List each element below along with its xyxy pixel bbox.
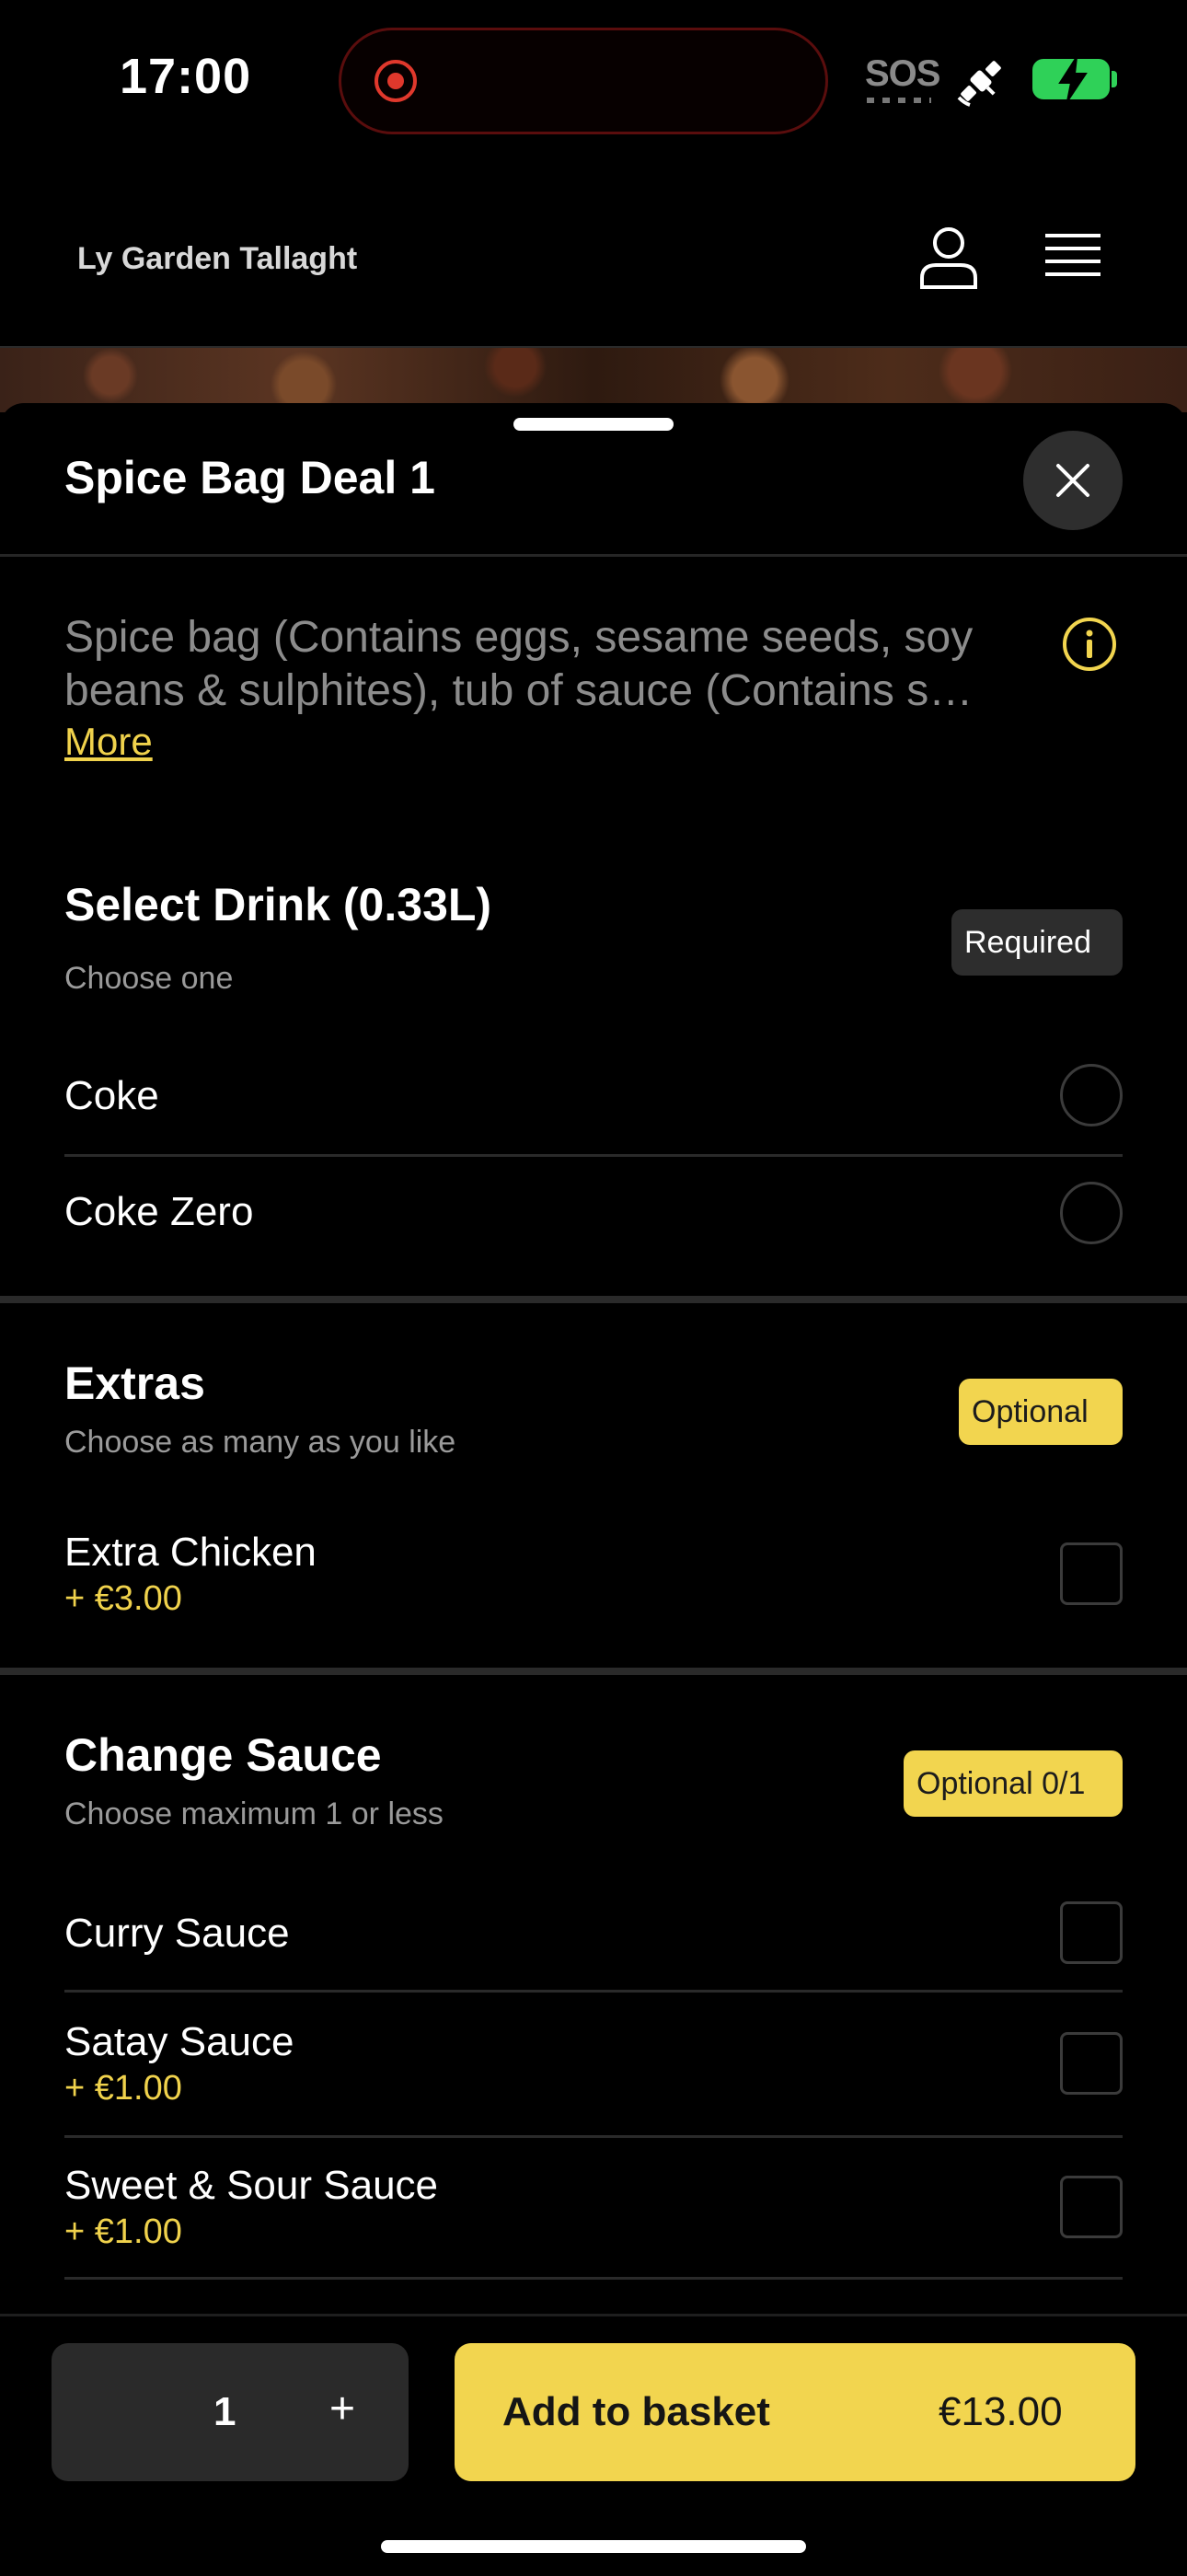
restaurant-name[interactable]: Ly Garden Tallaght (77, 241, 357, 277)
option-coke-zero-label[interactable]: Coke Zero (64, 1189, 253, 1235)
charging-bolt-icon (1058, 56, 1088, 102)
optional-badge: Optional (959, 1379, 1123, 1445)
sheet-grabber[interactable] (513, 418, 674, 431)
item-title: Spice Bag Deal 1 (64, 452, 435, 503)
add-to-basket-label[interactable]: Add to basket (502, 2389, 770, 2435)
dynamic-island (339, 28, 828, 134)
option-curry-sauce-label[interactable]: Curry Sauce (64, 1911, 290, 1957)
status-time: 17:00 (120, 49, 252, 104)
extras-section-subtitle: Choose as many as you like (64, 1425, 456, 1460)
row-divider (64, 2135, 1123, 2138)
sauce-section-subtitle: Choose maximum 1 or less (64, 1796, 444, 1831)
option-curry-sauce-checkbox[interactable] (1060, 1901, 1123, 1964)
row-divider (64, 2277, 1123, 2280)
account-icon[interactable] (918, 225, 979, 291)
screen-record-icon (375, 60, 417, 102)
row-divider (64, 1154, 1123, 1157)
satellite-icon (957, 61, 1001, 107)
battery-tip (1112, 71, 1117, 87)
quantity-plus-button[interactable]: + (329, 2384, 355, 2434)
close-button[interactable] (1023, 431, 1123, 530)
item-description: Spice bag (Contains eggs, sesame seeds, … (64, 613, 974, 715)
option-coke-label[interactable]: Coke (64, 1073, 159, 1119)
extras-section-title: Extras (64, 1357, 205, 1409)
option-satay-sauce-checkbox[interactable] (1060, 2032, 1123, 2095)
option-extra-chicken-label[interactable]: Extra Chicken (64, 1530, 317, 1576)
title-divider (0, 554, 1187, 557)
drink-section-subtitle: Choose one (64, 961, 234, 996)
option-extra-chicken-price: + €3.00 (64, 1579, 182, 1618)
option-coke-zero-radio[interactable] (1060, 1182, 1123, 1244)
close-icon (1056, 464, 1089, 497)
option-sweet-sour-sauce-price: + €1.00 (64, 2212, 182, 2251)
basket-total[interactable]: €13.00 (939, 2389, 1063, 2435)
option-coke-radio[interactable] (1060, 1064, 1123, 1126)
sauce-section-title: Change Sauce (64, 1729, 382, 1781)
drink-section-title: Select Drink (0.33L) (64, 879, 492, 930)
option-satay-sauce-label[interactable]: Satay Sauce (64, 2019, 294, 2065)
sos-indicator: SOS (865, 53, 940, 94)
optional-count-badge: Optional 0/1 (904, 1750, 1123, 1817)
option-sweet-sour-sauce-label[interactable]: Sweet & Sour Sauce (64, 2163, 438, 2209)
option-satay-sauce-price: + €1.00 (64, 2069, 182, 2108)
row-divider (64, 1990, 1123, 1993)
option-extra-chicken-checkbox[interactable] (1060, 1542, 1123, 1605)
option-sweet-sour-sauce-checkbox[interactable] (1060, 2176, 1123, 2238)
signal-dots (867, 98, 931, 103)
section-divider (0, 1296, 1187, 1303)
section-divider (0, 1668, 1187, 1675)
hamburger-menu-icon[interactable] (1043, 232, 1102, 283)
more-link[interactable]: More (64, 720, 153, 764)
home-indicator[interactable] (381, 2540, 806, 2553)
info-icon[interactable] (1062, 617, 1117, 672)
required-badge: Required (951, 909, 1123, 976)
quantity-value: 1 (213, 2389, 236, 2434)
